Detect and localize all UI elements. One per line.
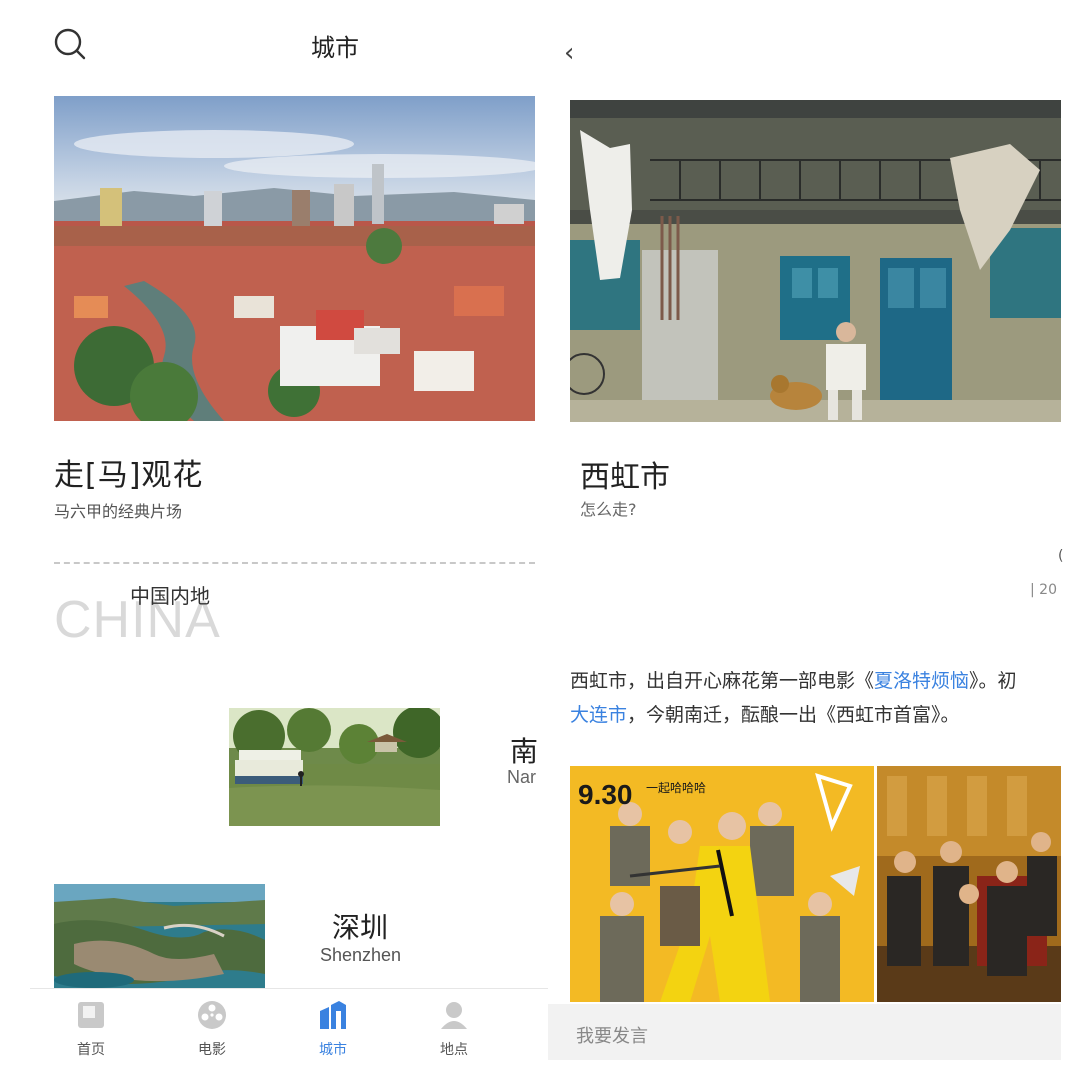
city-card-nanjing-en: Nar [507, 767, 537, 787]
location-person-icon [438, 999, 470, 1031]
city-icon [317, 999, 349, 1031]
movie-still-photo[interactable] [570, 100, 1061, 422]
tab-label: 电影 [198, 1042, 226, 1058]
tab-film[interactable]: 电影 [177, 999, 247, 1059]
back-chevron-icon[interactable]: ‹ [564, 38, 588, 68]
hero-city-photo[interactable] [54, 96, 535, 421]
hero-title: 走[马]观花 [54, 458, 204, 493]
poster-date: 9.30 [578, 779, 633, 810]
comment-placeholder: 我要发言 [576, 1026, 648, 1047]
city-list-screen: 城市 走[马]观花 马六甲的经典片场 CHINA 中国内地 南 Nar 深圳 S… [0, 0, 548, 1080]
cutoff-meta-text: | 20 [1030, 582, 1057, 598]
hero-subtitle: 马六甲的经典片场 [54, 502, 183, 521]
desc-text: 西虹市，出自开心麻花第一部电影《 [570, 670, 875, 692]
city-card-nanjing-name[interactable]: 南 [510, 730, 538, 770]
tab-city[interactable]: 城市 [298, 999, 368, 1059]
bottom-tab-bar: 首页 电影 城市 地点 [30, 988, 548, 1080]
movie-poster-2[interactable] [877, 766, 1061, 1002]
movie-link[interactable]: 夏洛特烦恼 [874, 670, 969, 692]
section-divider [54, 562, 535, 564]
home-icon [75, 999, 107, 1031]
city-title: 西虹市 [580, 460, 670, 495]
desc-text: 》。初 [969, 670, 1017, 692]
city-card-nanjing-photo[interactable] [229, 708, 440, 826]
golden-room-poster-image [877, 766, 1061, 1002]
page-title: 城市 [311, 34, 359, 62]
coast-cliff-image [54, 884, 265, 990]
lake-boat-image [229, 708, 440, 826]
yellow-poster-image: 9.30 一起哈哈哈 [570, 766, 874, 1002]
city-card-shenzhen-name[interactable]: 深圳 [332, 906, 388, 946]
comment-input[interactable]: 我要发言 [548, 1004, 1061, 1060]
tab-place[interactable]: 地点 [419, 999, 489, 1059]
city-description: 西虹市，出自开心麻花第一部电影《夏洛特烦恼》。初大连市，今朝南迁，酝酿一出《西虹… [570, 664, 1065, 732]
city-subtitle: 怎么走? [580, 500, 637, 519]
movie-poster-1[interactable]: 9.30 一起哈哈哈 [570, 766, 874, 1002]
malacca-aerial-image [54, 96, 535, 421]
tab-label: 地点 [440, 1042, 468, 1058]
tab-label: 城市 [319, 1042, 347, 1058]
desc-text: ，今朝南迁，酝酿一出《西虹市首富》。 [627, 704, 960, 726]
poster-tagline: 一起哈哈哈 [646, 781, 706, 795]
old-building-street-image [570, 100, 1061, 422]
tab-home[interactable]: 首页 [56, 999, 126, 1059]
tab-label: 首页 [77, 1042, 105, 1058]
city-detail-screen: ‹ 西虹市 怎么走? (| 20 西虹市，出自开心麻花第一部电影《夏洛特烦恼》… [548, 0, 1080, 1080]
section-label: 中国内地 [130, 584, 210, 608]
film-reel-icon [196, 999, 228, 1031]
city-card-shenzhen-en: Shenzhen [320, 945, 402, 965]
cutoff-text: ( [1058, 548, 1064, 564]
city-card-shenzhen-photo[interactable] [54, 884, 265, 990]
city-link[interactable]: 大连市 [570, 704, 627, 726]
